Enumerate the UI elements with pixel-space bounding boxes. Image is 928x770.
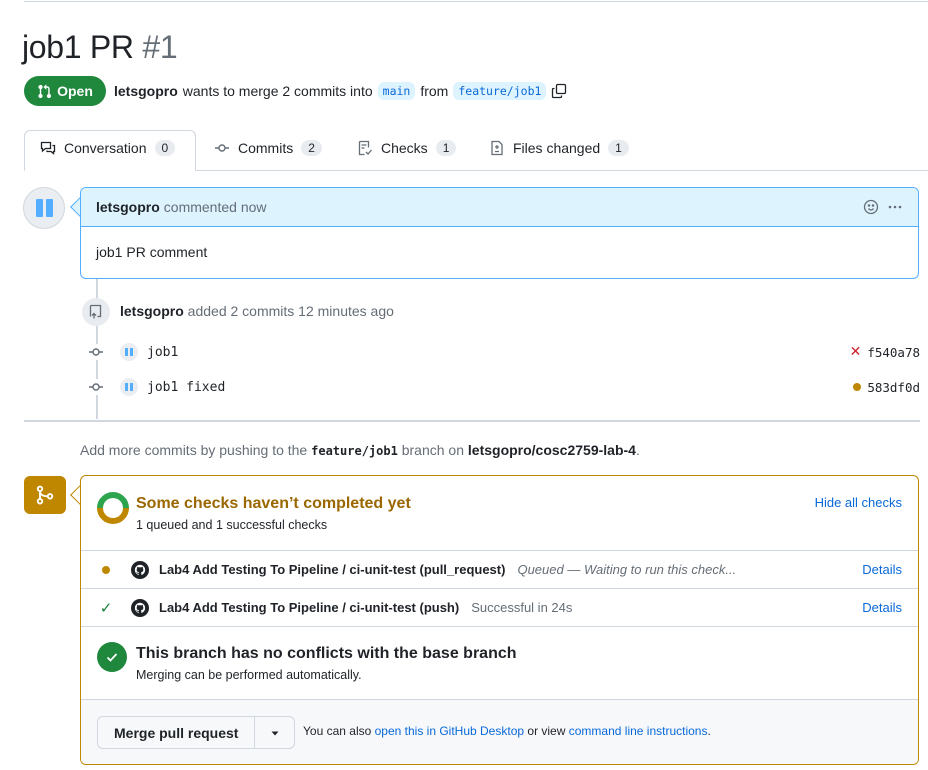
tab-conversation[interactable]: Conversation 0 <box>40 140 176 156</box>
tab-counter: 2 <box>301 140 322 156</box>
comment-header: letsgopro commented now <box>81 188 918 227</box>
tab-counter: 0 <box>154 140 176 156</box>
git-commit-icon <box>215 144 229 152</box>
merge-pull-request-button[interactable]: Merge pull request <box>98 717 255 748</box>
tab-commits[interactable]: Commits 2 <box>214 140 322 156</box>
kebab-horizontal-icon[interactable] <box>887 199 903 215</box>
pr-merge-summary: letsgopro wants to merge 2 commits into … <box>114 82 567 100</box>
commit-row: job1 ✕ f540a78 <box>88 341 920 363</box>
tab-label: Files changed <box>513 140 601 156</box>
check-details-link[interactable]: Details <box>862 600 902 615</box>
merge-status-badge <box>24 476 66 514</box>
checks-summary-title: Some checks haven’t completed yet <box>136 495 411 512</box>
repo-push-icon <box>89 304 102 319</box>
footer-text-3: . <box>707 724 711 738</box>
comment-discussion-icon <box>40 141 56 155</box>
check-row: Lab4 Add Testing To Pipeline / ci-unit-t… <box>81 551 918 589</box>
pr-number: #1 <box>142 29 178 65</box>
pr-author-link[interactable]: letsgopro <box>114 83 178 99</box>
merge-options-dropdown[interactable] <box>254 717 294 748</box>
pr-state-label: Open <box>57 83 93 99</box>
smiley-icon[interactable] <box>863 199 879 215</box>
commit-avatar[interactable] <box>120 378 138 396</box>
timeline-separator <box>24 420 920 422</box>
avatar[interactable] <box>23 187 65 229</box>
tab-label: Checks <box>381 140 428 156</box>
checks-summary: Some checks haven’t completed yet 1 queu… <box>81 476 918 551</box>
check-details-link[interactable]: Details <box>862 562 902 577</box>
push-event-text: letsgopro added 2 commits 12 minutes ago <box>120 303 394 319</box>
check-description: Successful in 24s <box>471 600 573 615</box>
commit-sha-text: f540a78 <box>867 344 920 360</box>
merge-button-group: Merge pull request <box>97 716 296 749</box>
tab-files-changed[interactable]: Files changed 1 <box>489 140 629 156</box>
commit-sha[interactable]: 583df0d <box>853 380 920 395</box>
check-description: Queued — Waiting to run this check... <box>517 562 737 577</box>
x-fail-icon[interactable]: ✕ <box>850 344 862 360</box>
tab-counter: 1 <box>435 140 457 156</box>
commit-avatar[interactable] <box>120 343 138 361</box>
push-author[interactable]: letsgopro <box>120 303 184 319</box>
merge-box: Some checks haven’t completed yet 1 queu… <box>80 475 919 765</box>
commit-sha-text: 583df0d <box>867 379 920 395</box>
hint-prefix: Add more commits by pushing to the <box>80 442 308 458</box>
push-event-badge <box>82 298 110 326</box>
command-line-instructions-link[interactable]: command line instructions <box>569 724 708 738</box>
commit-message[interactable]: job1 fixed <box>147 380 225 395</box>
no-conflicts-subtitle: Merging can be performed automatically. <box>136 668 362 682</box>
git-merge-icon <box>36 485 54 505</box>
check-success-icon: ✓ <box>99 599 113 617</box>
pr-title: job1 PR #1 <box>22 29 178 66</box>
hint-middle: branch on <box>401 442 464 458</box>
no-conflicts-badge <box>97 642 127 672</box>
queued-dot-icon <box>102 565 110 574</box>
check-row: ✓ Lab4 Add Testing To Pipeline / ci-unit… <box>81 589 918 627</box>
comment-body: job1 PR comment <box>96 244 208 260</box>
merge-text-1: wants to merge 2 commits into <box>182 83 373 99</box>
commit-row: job1 fixed 583df0d <box>88 376 920 398</box>
hint-suffix: . <box>635 442 640 458</box>
footer-text-2: or view <box>527 724 566 738</box>
merge-footer: Merge pull request You can also open thi… <box>81 700 918 764</box>
open-in-desktop-link[interactable]: open this in GitHub Desktop <box>375 724 524 738</box>
git-pull-request-icon <box>38 84 52 98</box>
hide-all-checks-link[interactable]: Hide all checks <box>815 495 902 510</box>
head-branch[interactable]: feature/job1 <box>453 82 547 100</box>
check-name: Lab4 Add Testing To Pipeline / ci-unit-t… <box>159 600 460 615</box>
git-commit-icon <box>88 379 104 395</box>
push-description: added 2 commits 12 minutes ago <box>187 303 394 319</box>
commit-message[interactable]: job1 <box>147 345 178 360</box>
push-hint: Add more commits by pushing to the featu… <box>80 442 640 458</box>
git-commit-icon <box>88 344 104 360</box>
triangle-down-icon <box>271 731 279 735</box>
tab-label: Conversation <box>64 140 147 156</box>
file-diff-icon <box>491 140 503 156</box>
checks-progress-ring-icon <box>90 485 136 531</box>
check-name: Lab4 Add Testing To Pipeline / ci-unit-t… <box>159 562 506 577</box>
commit-sha[interactable]: ✕ f540a78 <box>850 344 920 360</box>
top-border <box>24 0 928 2</box>
hint-branch: feature/job1 <box>311 444 398 458</box>
comment-author[interactable]: letsgopro <box>96 199 160 215</box>
pending-dot-icon[interactable] <box>853 383 862 391</box>
github-logo-icon <box>131 560 149 579</box>
tab-checks[interactable]: Checks 1 <box>357 140 457 156</box>
merge-footer-text: You can also open this in GitHub Desktop… <box>303 724 711 738</box>
comment-box: letsgopro commented now job1 PR comment <box>80 187 919 279</box>
checks-summary-subtitle: 1 queued and 1 successful checks <box>136 518 328 532</box>
hint-repo: letsgopro/cosc2759-lab-4 <box>467 442 636 458</box>
comment-meta[interactable]: commented now <box>164 199 267 215</box>
pr-state-badge: Open <box>24 76 106 106</box>
github-logo-icon <box>131 598 149 617</box>
footer-text-1: You can also <box>303 724 372 738</box>
pr-title-text: job1 PR <box>22 29 134 65</box>
tab-counter: 1 <box>608 140 629 156</box>
check-icon <box>106 653 118 662</box>
tab-label: Commits <box>238 140 294 156</box>
no-conflicts-title: This branch has no conflicts with the ba… <box>136 645 517 662</box>
base-branch[interactable]: main <box>377 82 416 100</box>
merge-text-2: from <box>420 83 449 99</box>
copy-icon[interactable] <box>551 83 567 99</box>
checklist-icon <box>358 140 372 156</box>
